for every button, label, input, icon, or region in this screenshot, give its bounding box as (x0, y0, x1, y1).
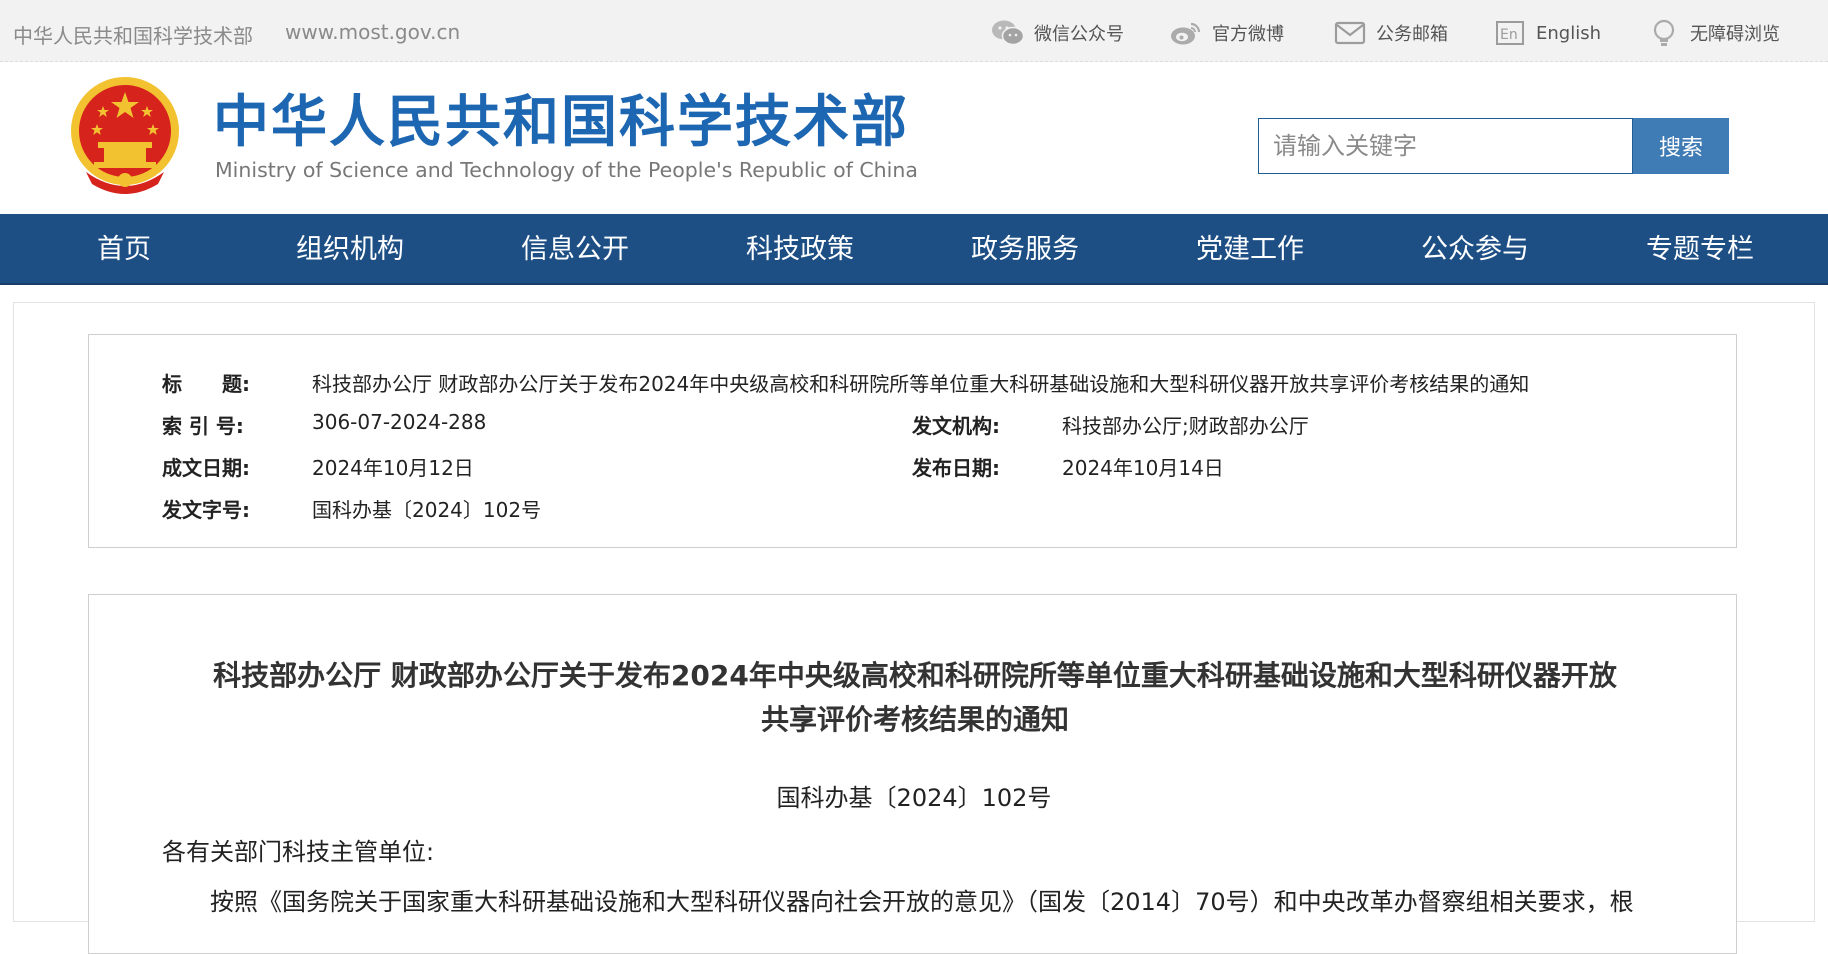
article-title-line1: 科技部办公厅 财政部办公厅关于发布2024年中央级高校和科研院所等单位重大科研基… (213, 659, 1617, 692)
meta-title-value: 科技部办公厅 财政部办公厅关于发布2024年中央级高校和科研院所等单位重大科研基… (312, 372, 1530, 396)
meta-doc-number-label: 发文字号: (162, 498, 250, 522)
accessibility-label: 无障碍浏览 (1690, 24, 1780, 45)
wechat-label: 微信公众号 (1034, 24, 1124, 45)
article-title: 科技部办公厅 财政部办公厅关于发布2024年中央级高校和科研院所等单位重大科研基… (140, 654, 1690, 742)
weibo-link[interactable]: 官方微博 (1168, 18, 1284, 48)
svg-text:En: En (1500, 27, 1518, 43)
article-paragraph: 按照《国务院关于国家重大科研基础设施和大型科研仪器向社会开放的意见》（国发〔20… (210, 888, 1634, 916)
meta-written-date-label: 成文日期: (162, 456, 250, 480)
nav-item-party-building[interactable]: 党建工作 (1196, 214, 1304, 285)
search-button[interactable]: 搜索 (1633, 118, 1729, 174)
weibo-label: 官方微博 (1212, 24, 1284, 45)
main-nav: 首页 组织机构 信息公开 科技政策 政务服务 党建工作 公众参与 专题专栏 (0, 214, 1828, 285)
meta-written-date-value: 2024年10月12日 (312, 456, 474, 480)
nav-item-info-disclosure[interactable]: 信息公开 (521, 214, 629, 285)
meta-published-date-value: 2024年10月14日 (1062, 456, 1224, 480)
nav-item-special[interactable]: 专题专栏 (1646, 214, 1754, 285)
meta-index-label: 索 引 号: (162, 414, 244, 438)
meta-published-date-label: 发布日期: (912, 456, 1000, 480)
meta-title-label: 标 题: (162, 372, 250, 396)
meta-doc-number-value: 国科办基〔2024〕102号 (312, 498, 542, 522)
weibo-icon (1168, 18, 1204, 48)
wechat-icon (990, 18, 1026, 48)
mail-label: 公务邮箱 (1376, 24, 1448, 45)
top-utility-bar: 中华人民共和国科学技术部 www.most.gov.cn 微信公众号 官方微博 … (0, 0, 1828, 62)
english-link[interactable]: En English (1492, 18, 1601, 48)
english-label: English (1536, 22, 1601, 44)
mail-link[interactable]: 公务邮箱 (1332, 18, 1448, 48)
nav-item-services[interactable]: 政务服务 (971, 214, 1079, 285)
article-salutation: 各有关部门科技主管单位: (162, 838, 435, 866)
wechat-link[interactable]: 微信公众号 (990, 18, 1124, 48)
nav-item-public[interactable]: 公众参与 (1421, 214, 1529, 285)
meta-index-value: 306-07-2024-288 (312, 410, 487, 434)
accessibility-link[interactable]: 无障碍浏览 (1646, 18, 1780, 48)
national-emblem-logo[interactable] (66, 76, 184, 198)
brand-title-cn[interactable]: 中华人民共和国科学技术部 (213, 92, 909, 154)
mail-icon (1332, 18, 1368, 48)
accessibility-icon (1646, 18, 1682, 48)
brand-title-en: Ministry of Science and Technology of th… (215, 158, 918, 182)
english-icon: En (1492, 18, 1528, 48)
nav-item-organization[interactable]: 组织机构 (296, 214, 404, 285)
article-title-line2: 共享评价考核结果的通知 (760, 703, 1069, 736)
search-input[interactable] (1258, 118, 1633, 174)
meta-issuer-label: 发文机构: (912, 414, 1000, 438)
site-url[interactable]: www.most.gov.cn (285, 20, 460, 44)
nav-item-policy[interactable]: 科技政策 (746, 214, 854, 285)
site-header: 中华人民共和国科学技术部 Ministry of Science and Tec… (0, 62, 1828, 214)
meta-issuer-value: 科技部办公厅;财政部办公厅 (1062, 414, 1309, 438)
nav-item-home[interactable]: 首页 (97, 214, 151, 285)
site-name: 中华人民共和国科学技术部 (13, 24, 253, 48)
article-doc-number: 国科办基〔2024〕102号 (776, 784, 1052, 812)
